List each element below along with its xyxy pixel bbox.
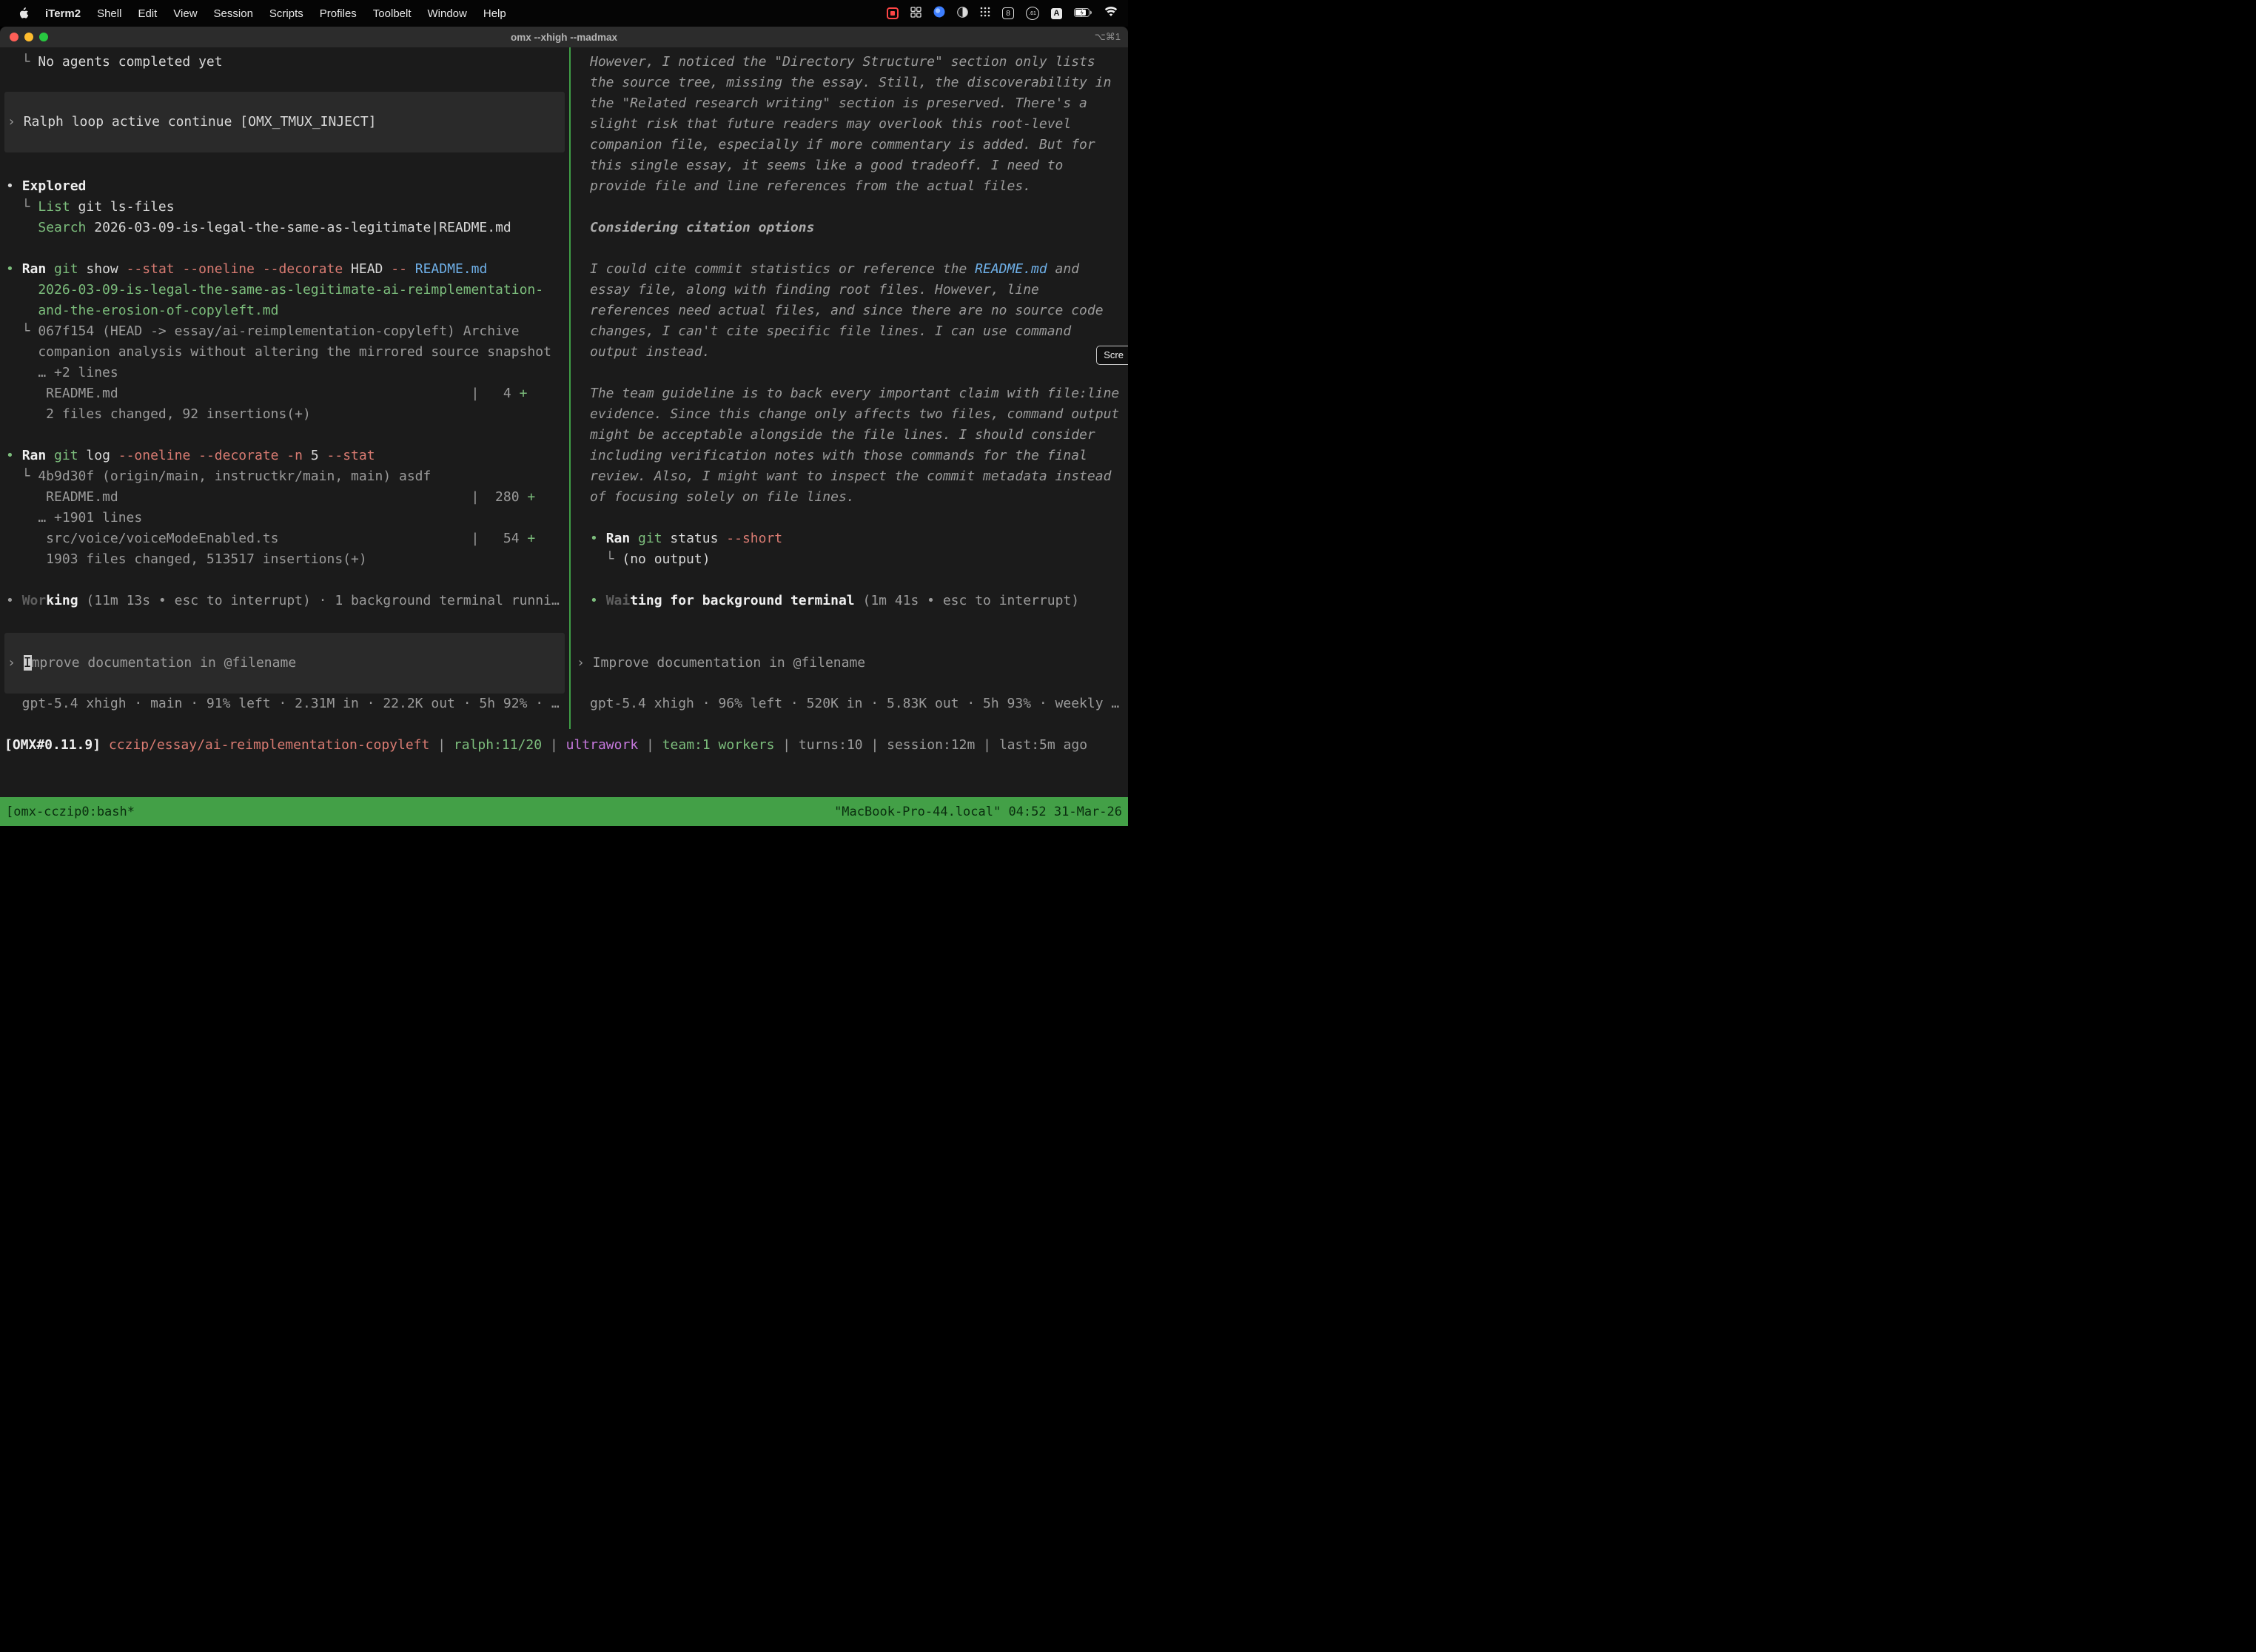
terminal-line: • Ran git status --short: [571, 528, 1128, 549]
terminal-line: essay file, along with finding root file…: [571, 280, 1128, 300]
terminal-line: • Explored: [0, 176, 569, 197]
terminal-line: README.md | 280 +: [0, 487, 569, 508]
terminal-line: companion file, especially if more comme…: [571, 135, 1128, 155]
terminal-line: └ 4b9d30f (origin/main, instructkr/main,…: [0, 466, 569, 487]
right-scrollback: However, I noticed the "Directory Struct…: [571, 52, 1128, 611]
tmux-host-clock: "MacBook-Pro-44.local" 04:52 31-Mar-26: [834, 805, 1122, 819]
menu-item-iterm2[interactable]: iTerm2: [45, 7, 81, 20]
left-scrollback: • Explored └ List git ls-files Search 20…: [0, 176, 569, 611]
terminal-line: • Working (11m 13s • esc to interrupt) ·…: [0, 591, 569, 611]
menu-item-toolbelt[interactable]: Toolbelt: [373, 7, 412, 20]
terminal-line: 2026-03-09-is-legal-the-same-as-legitima…: [0, 280, 569, 300]
crescent-app-icon[interactable]: [957, 7, 968, 21]
terminal-line: gpt-5.4 xhigh · main · 91% left · 2.31M …: [0, 694, 569, 714]
terminal-line: › Ralph loop active continue [OMX_TMUX_I…: [4, 112, 565, 132]
apple-logo-icon[interactable]: [19, 7, 29, 19]
terminal-line: … +1901 lines: [0, 508, 569, 528]
terminal-line: • Ran git log --oneline --decorate -n 5 …: [0, 446, 569, 466]
terminal-line: [571, 197, 1128, 218]
terminal-line: • Waiting for background terminal (1m 41…: [571, 591, 1128, 611]
terminal-line: companion analysis without altering the …: [0, 342, 569, 363]
terminal-line: However, I noticed the "Directory Struct…: [571, 52, 1128, 73]
menu-item-view[interactable]: View: [173, 7, 197, 20]
terminal-line: slight risk that future readers may over…: [571, 114, 1128, 135]
input-source-icon[interactable]: A: [1051, 8, 1062, 19]
terminal-line: including verification notes with those …: [571, 446, 1128, 466]
terminal-line: changes, I can't cite specific file line…: [571, 321, 1128, 342]
wifi-icon[interactable]: [1104, 7, 1118, 20]
terminal-line: might be acceptable alongside the file l…: [571, 425, 1128, 446]
terminal-line: README.md | 4 +: [0, 383, 569, 404]
omx-status-bar: [OMX#0.11.9] cczip/essay/ai-reimplementa…: [0, 735, 1128, 756]
terminal-line: the "Related research writing" section i…: [571, 93, 1128, 114]
notification-popup: Scre: [1096, 346, 1128, 365]
circle-61-icon[interactable]: .61: [1026, 7, 1039, 20]
menu-item-session[interactable]: Session: [214, 7, 253, 20]
terminal-line: [0, 425, 569, 446]
terminal-line: I could cite commit statistics or refere…: [571, 259, 1128, 280]
terminal-line: The team guideline is to back every impo…: [571, 383, 1128, 404]
terminal-line: › Improve documentation in @filename: [571, 653, 1128, 674]
terminal-line: … +2 lines: [0, 363, 569, 383]
menu-item-window[interactable]: Window: [428, 7, 467, 20]
blue-app-icon[interactable]: [933, 6, 945, 21]
macos-menu-bar: iTerm2 Shell Edit View Session Scripts P…: [0, 0, 1128, 27]
right-model-status-line: gpt-5.4 xhigh · 96% left · 520K in · 5.8…: [571, 694, 1128, 714]
grid-icon[interactable]: [910, 7, 921, 21]
terminal-line: of focusing solely on file lines.: [571, 487, 1128, 508]
menu-item-edit[interactable]: Edit: [138, 7, 157, 20]
terminal-line: Search 2026-03-09-is-legal-the-same-as-l…: [0, 218, 569, 238]
terminal-line: └ 067f154 (HEAD -> essay/ai-reimplementa…: [0, 321, 569, 342]
terminal-line: [571, 363, 1128, 383]
inject-banner: › Ralph loop active continue [OMX_TMUX_I…: [4, 92, 565, 152]
menu-item-profiles[interactable]: Profiles: [320, 7, 357, 20]
tmux-session-name: [omx-cczip0:bash*: [6, 805, 135, 819]
terminal-line: and-the-erosion-of-copyleft.md: [0, 300, 569, 321]
terminal-line: └ No agents completed yet: [0, 52, 569, 73]
terminal-line: Considering citation options: [571, 218, 1128, 238]
terminal-line: review. Also, I might want to inspect th…: [571, 466, 1128, 487]
terminal-line: └ (no output): [571, 549, 1128, 570]
menu-item-help[interactable]: Help: [483, 7, 506, 20]
terminal-line: references need actual files, and since …: [571, 300, 1128, 321]
terminal-line: output instead.: [571, 342, 1128, 363]
terminal-line: evidence. Since this change only affects…: [571, 404, 1128, 425]
terminal-line: [571, 238, 1128, 259]
battery-icon[interactable]: [1074, 7, 1092, 20]
window-shortcut-badge: ⌥⌘1: [1095, 31, 1121, 43]
terminal-line: 1903 files changed, 513517 insertions(+): [0, 549, 569, 570]
window-title: omx --xhigh --madmax: [0, 32, 1128, 43]
terminal-line: [571, 508, 1128, 528]
left-scrollback-top: └ No agents completed yet: [0, 52, 569, 73]
terminal-line: [0, 570, 569, 591]
terminal-line: provide file and line references from th…: [571, 176, 1128, 197]
tmux-status-bar: [omx-cczip0:bash* "MacBook-Pro-44.local"…: [0, 797, 1128, 826]
terminal-line: 2 files changed, 92 insertions(+): [0, 404, 569, 425]
terminal-line: [0, 238, 569, 259]
terminal-line: gpt-5.4 xhigh · 96% left · 520K in · 5.8…: [571, 694, 1128, 714]
key-8-icon[interactable]: 8: [1002, 7, 1014, 19]
terminal-line: the source tree, missing the essay. Stil…: [571, 73, 1128, 93]
menu-item-shell[interactable]: Shell: [97, 7, 121, 20]
left-model-status-line: gpt-5.4 xhigh · main · 91% left · 2.31M …: [0, 694, 569, 714]
terminal-line: [571, 570, 1128, 591]
terminal-line: this single essay, it seems like a good …: [571, 155, 1128, 176]
terminal-window: └ No agents completed yet › Ralph loop a…: [0, 47, 1128, 826]
window-title-bar[interactable]: omx --xhigh --madmax ⌥⌘1: [0, 27, 1128, 48]
terminal-line: • Ran git show --stat --oneline --decora…: [0, 259, 569, 280]
terminal-line: › Improve documentation in @filename: [4, 653, 565, 674]
right-pane[interactable]: However, I noticed the "Directory Struct…: [571, 47, 1128, 762]
left-prompt-input[interactable]: › Improve documentation in @filename: [4, 633, 565, 694]
terminal-line: └ List git ls-files: [0, 197, 569, 218]
right-prompt-input[interactable]: › Improve documentation in @filename: [571, 653, 1128, 674]
left-pane[interactable]: └ No agents completed yet › Ralph loop a…: [0, 47, 569, 762]
terminal-line: [OMX#0.11.9] cczip/essay/ai-reimplementa…: [0, 735, 1128, 756]
menu-item-scripts[interactable]: Scripts: [269, 7, 303, 20]
screen-recording-indicator-icon[interactable]: [887, 7, 899, 19]
dots-grid-icon[interactable]: [980, 7, 990, 20]
terminal-line: src/voice/voiceModeEnabled.ts | 54 +: [0, 528, 569, 549]
